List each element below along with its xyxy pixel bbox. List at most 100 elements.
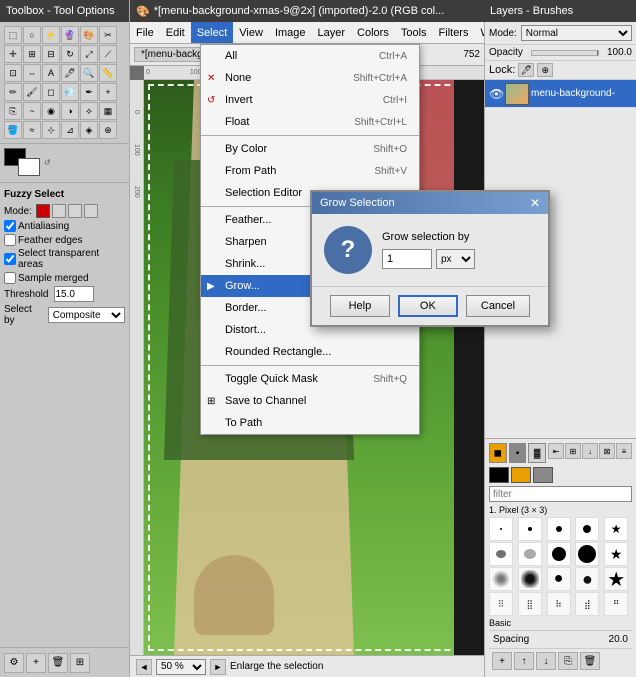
brush-cell[interactable]: ● [547,567,571,591]
tool-crop[interactable]: ⊟ [42,45,60,63]
menu-tools[interactable]: Tools [395,22,433,43]
layer-item[interactable]: 👁 menu-background- [485,80,636,108]
tool-measure[interactable]: 📏 [99,64,117,82]
brush-cell[interactable] [489,542,513,566]
layers-new-btn[interactable]: + [492,652,512,670]
menu-select-quick-mask[interactable]: Toggle Quick Mask Shift+Q [201,368,419,390]
brush-cell[interactable] [518,517,542,541]
feather-checkbox[interactable] [4,234,16,246]
tool-scissors[interactable]: ✂ [99,26,117,44]
transparent-checkbox[interactable] [4,253,16,265]
extra-swatch[interactable] [533,467,553,483]
brush-filter-input[interactable] [489,486,632,502]
brush-cell[interactable] [575,517,599,541]
layers-del-btn[interactable]: 🗑 [580,652,600,670]
lock-position-btn[interactable]: ⊕ [537,63,553,77]
brush-cell[interactable]: ⣾ [575,592,599,616]
tool-by-color[interactable]: 🎨 [80,26,98,44]
tool-pencil[interactable]: ✏ [4,83,22,101]
brush-cell[interactable] [518,542,542,566]
brush-cell[interactable]: ★ [604,517,628,541]
ok-button[interactable]: OK [398,295,458,317]
help-button[interactable]: Help [330,295,390,317]
menu-view[interactable]: View [233,22,269,43]
brush-cell[interactable]: ★ [604,542,628,566]
grow-value-input[interactable] [382,249,432,269]
menu-select-invert[interactable]: ↺ Invert Ctrl+I [201,89,419,111]
background-color[interactable] [18,158,40,176]
threshold-input[interactable] [54,286,94,302]
menu-select-rounded-rect[interactable]: Rounded Rectangle... [201,341,419,363]
menu-layer[interactable]: Layer [312,22,352,43]
brush-cell[interactable]: ⠷ [547,592,571,616]
brush-cell[interactable] [518,567,542,591]
tool-text[interactable]: A [42,64,60,82]
tool-path[interactable]: ⟡ [80,102,98,120]
tool-free-select[interactable]: ⚡ [42,26,60,44]
tool-convolve[interactable]: ◉ [42,102,60,120]
menu-select[interactable]: Select [191,22,234,43]
brush-cell[interactable]: ● [575,567,599,591]
brush-cell[interactable] [489,567,513,591]
menu-edit[interactable]: Edit [160,22,191,43]
menu-file[interactable]: File [130,22,160,43]
menu-colors[interactable]: Colors [351,22,395,43]
opacity-slider[interactable] [531,50,599,56]
tool-ellipse-select[interactable]: ○ [23,26,41,44]
zoom-select[interactable]: 50 % 100 % 25 % [156,659,206,675]
toolbox-settings-btn[interactable]: ⚙ [4,653,24,673]
tool-extra1[interactable]: ⊹ [42,121,60,139]
menu-select-none[interactable]: ✕ None Shift+Ctrl+A [201,67,419,89]
lock-pixels-btn[interactable]: 🖊 [518,63,534,77]
tool-magnify[interactable]: 🔍 [80,64,98,82]
tool-align[interactable]: ⊞ [23,45,41,63]
antialiasing-checkbox[interactable] [4,220,16,232]
brush-nav-btn1[interactable]: ⇤ [548,443,564,459]
menu-select-float[interactable]: Float Shift+Ctrl+L [201,111,419,133]
menu-select-all[interactable]: All Ctrl+A [201,45,419,67]
layers-down-btn[interactable]: ↓ [536,652,556,670]
tool-perspective[interactable]: ⊡ [4,64,22,82]
mode-add[interactable] [52,204,66,218]
tool-flip[interactable]: ⇔ [23,64,41,82]
tool-airbrush[interactable]: 💨 [61,83,79,101]
select-by-dropdown[interactable]: Composite Red Green Blue Alpha [48,307,125,323]
brush-tab-color[interactable]: ◼ [489,443,507,463]
brush-tab-pattern[interactable]: ▪ [509,443,527,463]
menu-select-from-path[interactable]: From Path Shift+V [201,160,419,182]
brush-nav-btn2[interactable]: ⊞ [565,443,581,459]
menu-select-save-channel[interactable]: ⊞ Save to Channel [201,390,419,412]
layers-mode-select[interactable]: Normal Multiply Screen [521,25,632,41]
tool-ink[interactable]: ✒ [80,83,98,101]
tool-rect-select[interactable]: ⬚ [4,26,22,44]
brush-tab-gradient[interactable]: ▓ [528,443,546,463]
layers-dup-btn[interactable]: ⎘ [558,652,578,670]
toolbox-new-btn[interactable]: + [26,653,46,673]
brush-nav-btn5[interactable]: ≡ [616,443,632,459]
fg-color-swatch[interactable] [489,467,509,483]
brush-cell[interactable] [547,517,571,541]
bg-color-swatch[interactable] [511,467,531,483]
tool-extra3[interactable]: ◈ [80,121,98,139]
menu-select-to-path[interactable]: To Path [201,412,419,434]
layers-up-btn[interactable]: ↑ [514,652,534,670]
zoom-nav-right[interactable]: ► [210,659,226,675]
cancel-button[interactable]: Cancel [466,295,530,317]
brush-nav-btn4[interactable]: ⊠ [599,443,615,459]
layer-eye-icon[interactable]: 👁 [489,87,503,101]
tool-heal[interactable]: + [99,83,117,101]
tool-color-picker[interactable]: 🖊 [61,64,79,82]
menu-filters[interactable]: Filters [433,22,475,43]
tool-extra4[interactable]: ⊕ [99,121,117,139]
mode-intersect[interactable] [84,204,98,218]
toolbox-delete-btn[interactable]: 🗑 [48,653,68,673]
brush-cell[interactable] [547,542,571,566]
brush-cell[interactable]: ⠛ [604,592,628,616]
zoom-nav-left[interactable]: ◄ [136,659,152,675]
menu-image[interactable]: Image [269,22,312,43]
mode-replace[interactable] [36,204,50,218]
tool-scale[interactable]: ⤢ [80,45,98,63]
tool-extra2[interactable]: ⊿ [61,121,79,139]
tool-warp[interactable]: ≈ [23,121,41,139]
tool-fuzzy-select[interactable]: 🔮 [61,26,79,44]
